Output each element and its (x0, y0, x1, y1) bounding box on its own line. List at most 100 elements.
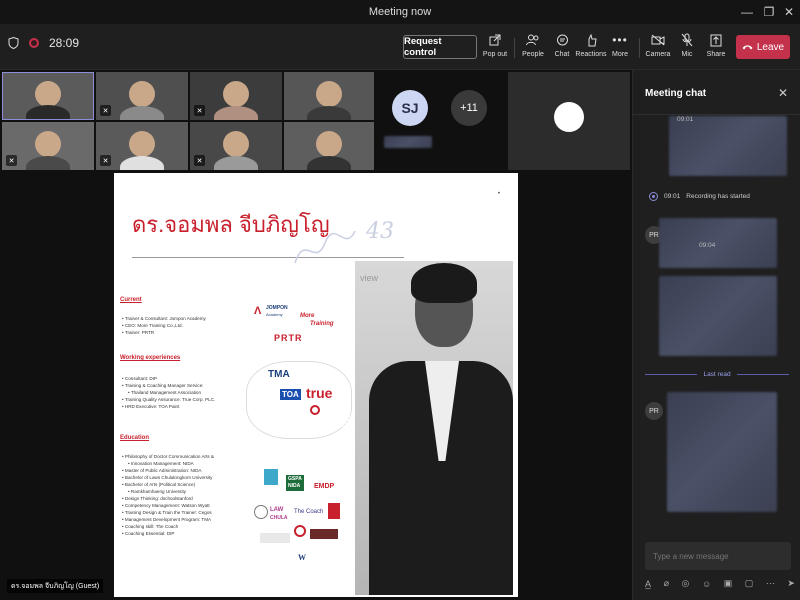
chula-seal-icon (254, 505, 268, 519)
meeting-status: 28:09 (8, 36, 79, 50)
section-heading-working: Working experiences (120, 355, 181, 361)
toolbar-divider (639, 38, 640, 58)
mic-icon (681, 33, 693, 47)
close-chat-icon[interactable]: ✕ (778, 86, 788, 100)
list-item: Consultant: DIP (122, 375, 215, 382)
video-tile[interactable]: ✕ (2, 122, 94, 170)
presenter-photo (355, 261, 513, 595)
view-label: view (360, 273, 379, 283)
send-icon[interactable]: ➤ (787, 578, 795, 589)
handwritten-scribble (294, 230, 356, 264)
muted-mic-icon: ✕ (100, 105, 111, 116)
video-tile[interactable] (284, 122, 374, 170)
pop-out-button[interactable]: Pop out (478, 31, 512, 65)
more-options-icon[interactable]: ⋯ (766, 578, 775, 589)
participant-body (120, 106, 164, 120)
jompon-logo-sub: Academy (266, 312, 283, 317)
chat-message-blurred (667, 392, 777, 512)
list-item: Management Development Program: TMA (122, 516, 214, 523)
presenter-name-label: ดร.จอมพล จีบภิญโญ (Guest) (7, 579, 104, 593)
sticker-icon[interactable]: ▢ (745, 578, 754, 589)
people-icon (526, 34, 539, 46)
message-timestamp: 09:01 (677, 116, 694, 123)
camera-label: Camera (645, 51, 671, 58)
recording-icon (649, 192, 658, 201)
participant-name-blurred (384, 136, 432, 148)
attach-icon[interactable]: ⌀ (664, 578, 669, 589)
shared-slide: • ดร.จอมพล จีบภิญโญ 43 Current Trainer &… (114, 173, 518, 597)
thecoach-logo: The Coach (294, 509, 324, 515)
participant-face (223, 130, 249, 157)
list-item: Coaching Essential: DIP (122, 530, 214, 537)
request-control-button[interactable]: Request control (403, 35, 477, 59)
nida-logo-text: NIDA (288, 483, 301, 489)
list-item: Bachelor of Arts (Political Science) (122, 481, 214, 488)
slide-title-first: ดร.จอมพล (132, 212, 233, 237)
education-list: Philosophy of Doctor Communication Arts … (122, 453, 214, 537)
chat-divider (633, 114, 800, 115)
toolbar-divider (514, 38, 515, 58)
participant-face (223, 80, 249, 107)
leave-button[interactable]: Leave (736, 35, 790, 59)
meeting-chat-panel: Meeting chat ✕ 09:01 09:01 Recording has… (632, 70, 800, 600)
recording-indicator-icon (29, 38, 39, 48)
section-heading-current: Current (120, 297, 142, 303)
jompon-logo-text: JOMPON (266, 305, 288, 311)
gspa-nida-logo: GSPA NIDA (286, 475, 304, 491)
share-button[interactable]: Share (699, 31, 733, 65)
list-item: Training Design & Train the Trainer: Ceg… (122, 509, 214, 516)
photo-hair (411, 263, 477, 303)
loop-icon[interactable]: ◎ (682, 578, 690, 589)
video-tile[interactable] (284, 72, 374, 120)
chat-icon (556, 34, 568, 45)
jompon-logo-icon: Λ (254, 305, 262, 317)
list-item: Philosophy of Doctor Communication Arts … (122, 453, 214, 460)
recording-started-notice: 09:01 Recording has started (649, 192, 750, 201)
true-logo: true (306, 385, 333, 401)
video-tile[interactable]: ✕ (190, 122, 282, 170)
chat-message-blurred (669, 116, 787, 176)
more-participants-button[interactable]: +11 (451, 90, 487, 126)
reactions-label: Reactions (575, 51, 607, 58)
content-share-tile[interactable] (508, 72, 630, 170)
pop-out-icon (489, 34, 501, 46)
chat-message-blurred (659, 276, 777, 356)
list-item: Training Quality Assurance: True Corp. P… (122, 396, 215, 403)
list-item: Training & Coaching Manager Service: (122, 382, 215, 389)
list-item: Competency Management: Watson Wyatt (122, 502, 214, 509)
participant-body (214, 156, 258, 170)
participant-body (307, 106, 351, 120)
chat-title: Meeting chat (645, 88, 707, 99)
compose-message-input[interactable] (645, 542, 791, 570)
video-tile[interactable] (2, 72, 94, 120)
more-logo-text: More (300, 313, 315, 319)
more-button[interactable]: ••• More (603, 31, 637, 65)
camera-icon (651, 34, 665, 46)
gbdi-logo-icon (264, 469, 278, 485)
meeting-timer: 28:09 (49, 36, 80, 50)
list-item: Trainer & Consultant: Jompon Academy (122, 315, 206, 322)
chat-message-blurred (659, 218, 777, 268)
video-tile[interactable]: ✕ (96, 72, 188, 120)
list-item: Ramkhamhaeng University (122, 488, 214, 495)
format-icon[interactable]: A̲ (645, 579, 651, 589)
video-tile[interactable]: ✕ (96, 122, 188, 170)
dschool-logo-icon (260, 533, 290, 543)
participant-avatar[interactable]: SJ (392, 90, 428, 126)
tma-logo: TMA (268, 369, 290, 380)
logo-thumbnail (554, 102, 584, 132)
close-window-button[interactable]: ✕ (776, 0, 800, 24)
emoji-icon[interactable]: ☺ (702, 579, 711, 589)
working-list: Consultant: DIP Training & Coaching Mana… (122, 375, 215, 410)
handwritten-annotation: 43 (366, 219, 394, 244)
current-list: Trainer & Consultant: Jompon Academy CEO… (122, 315, 206, 336)
participant-body (26, 156, 70, 170)
sender-avatar: PR (645, 402, 663, 420)
last-read-divider: Last read (645, 371, 790, 378)
video-tile[interactable]: ✕ (190, 72, 282, 120)
list-item: Innovation Management: NIDA (122, 460, 214, 467)
list-item: Bachelor of Laws Chulalongkorn Universit… (122, 474, 214, 481)
reactions-icon (588, 33, 597, 46)
participant-face (35, 80, 61, 107)
gif-icon[interactable]: ▣ (724, 578, 733, 589)
